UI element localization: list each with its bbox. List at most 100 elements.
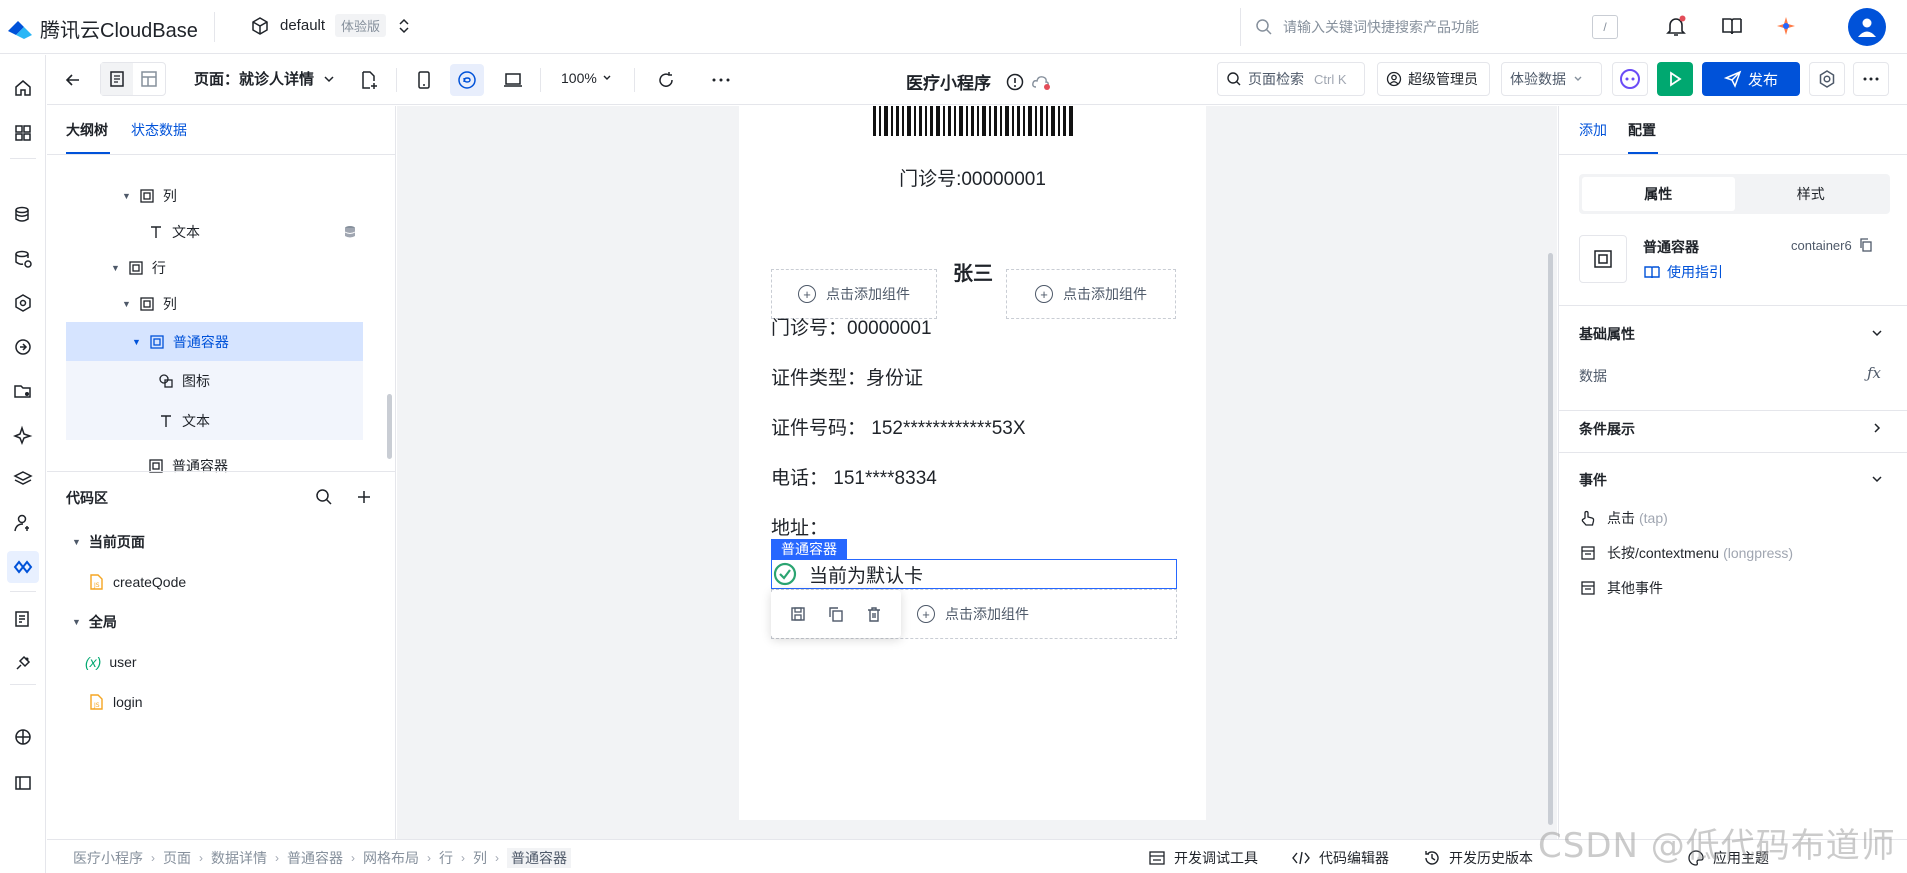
event-longpress[interactable]: 长按/contextmenu (longpress) <box>1579 541 1793 565</box>
global-search[interactable]: 请输入关键词快捷搜索产品功能 / <box>1240 8 1630 46</box>
breadcrumb-item[interactable]: 医疗小程序 <box>73 848 143 868</box>
data-mode-selector[interactable]: 体验数据 <box>1501 62 1602 96</box>
page-search-label: 页面检索 <box>1248 71 1304 87</box>
env-selector[interactable]: default 体验版 <box>250 14 412 37</box>
ai-sparkle-icon[interactable] <box>7 419 39 451</box>
event-other[interactable]: 其他事件 <box>1579 576 1663 600</box>
storage-folder-icon[interactable] <box>7 375 39 407</box>
add-page-icon[interactable] <box>352 64 386 96</box>
back-arrow-icon[interactable] <box>56 64 90 96</box>
add-component-slot[interactable]: + 点击添加组件 <box>1006 269 1176 319</box>
tree-node-column[interactable]: ▼ 列 <box>122 178 177 214</box>
api-hexagon-icon[interactable] <box>7 287 39 319</box>
chevron-down-icon[interactable] <box>1870 326 1884 340</box>
more-menu-button[interactable] <box>1853 62 1889 96</box>
tree-node-label: 文本 <box>182 413 210 429</box>
code-search-icon[interactable] <box>315 488 333 506</box>
desktop-preview-icon[interactable] <box>496 64 530 96</box>
breadcrumb-item[interactable]: 网格布局 <box>363 848 419 868</box>
delete-icon[interactable] <box>865 605 883 623</box>
cloud-sync-icon[interactable] <box>1031 73 1053 91</box>
brand[interactable]: 腾讯云CloudBase <box>6 14 198 43</box>
code-group-current-page[interactable]: ▼ 当前页面 <box>72 524 145 560</box>
breadcrumb-item[interactable]: 行 <box>439 848 453 868</box>
home-icon[interactable] <box>7 72 39 104</box>
tab-add[interactable]: 添加 <box>1579 120 1607 140</box>
canvas-scrollbar[interactable] <box>1548 253 1553 825</box>
tab-outline-tree[interactable]: 大纲树 <box>66 120 108 140</box>
fx-binding-icon[interactable]: ƒx <box>1867 364 1881 382</box>
run-preview-button[interactable] <box>1657 62 1693 96</box>
tab-state-data[interactable]: 状态数据 <box>131 120 187 140</box>
code-group-global[interactable]: ▼ 全局 <box>72 604 117 640</box>
workflow-icon[interactable] <box>7 331 39 363</box>
save-icon[interactable] <box>789 605 807 623</box>
page-view-icon[interactable] <box>101 63 133 95</box>
chevron-right-icon[interactable] <box>1870 421 1884 435</box>
usage-guide-link[interactable]: 使用指引 <box>1643 262 1723 282</box>
code-editor-tool[interactable]: 代码编辑器 <box>1291 848 1389 868</box>
subtab-properties[interactable]: 属性 <box>1582 177 1735 211</box>
tree-scrollbar[interactable] <box>387 394 392 459</box>
code-item-createqode[interactable]: JS createQode <box>87 564 186 600</box>
lowcode-editor-icon[interactable] <box>7 551 39 583</box>
page-search-button[interactable]: 页面检索 Ctrl K <box>1217 62 1365 96</box>
info-icon[interactable] <box>1005 72 1025 92</box>
layout-view-icon[interactable] <box>133 63 165 95</box>
notification-bell-icon[interactable] <box>1664 14 1688 38</box>
database-icon[interactable] <box>7 199 39 231</box>
user-avatar[interactable] <box>1848 8 1886 46</box>
data-model-icon[interactable] <box>7 243 39 275</box>
breadcrumb-item[interactable]: 数据详情 <box>211 848 267 868</box>
expand-caret-icon: ▼ <box>72 537 81 547</box>
code-item-login[interactable]: JS login <box>87 684 143 720</box>
copy-icon[interactable] <box>827 605 845 623</box>
code-item-user[interactable]: (x) user <box>85 644 137 680</box>
component-id-copy[interactable]: container6 <box>1791 237 1874 253</box>
more-dots-icon[interactable] <box>704 64 738 96</box>
tree-node-text[interactable]: 文本 <box>158 403 210 439</box>
miniprogram-preview-icon[interactable] <box>450 64 484 96</box>
docs-book-icon[interactable] <box>1720 14 1744 38</box>
tree-node-container-selected[interactable]: ▼ 普通容器 <box>132 324 229 360</box>
breadcrumb-item[interactable]: 页面 <box>163 848 191 868</box>
subtab-styles[interactable]: 样式 <box>1735 177 1888 211</box>
user-permission-icon[interactable] <box>7 507 39 539</box>
layers-icon[interactable] <box>7 463 39 495</box>
tree-node-icon[interactable]: 图标 <box>158 363 210 399</box>
breadcrumb: 医疗小程序 › 页面 › 数据详情 › 普通容器 › 网格布局 › 行 › 列 › 普通容器 <box>73 848 571 868</box>
breadcrumb-item[interactable]: 普通容器 <box>287 848 343 868</box>
code-add-icon[interactable] <box>355 488 373 506</box>
app-settings-button[interactable] <box>1809 62 1845 96</box>
tree-node-text[interactable]: 文本 <box>148 214 358 250</box>
chevron-down-icon[interactable] <box>1870 472 1884 486</box>
more-dots-icon <box>1863 77 1879 81</box>
selected-default-card-container[interactable]: 当前为默认卡 <box>771 559 1177 589</box>
zoom-selector[interactable]: 100% <box>561 70 613 86</box>
tab-config[interactable]: 配置 <box>1628 120 1656 140</box>
collapse-sidebar-icon[interactable] <box>7 767 39 799</box>
section-basic-properties[interactable]: 基础属性 <box>1579 324 1635 344</box>
tree-node-row[interactable]: ▼ 行 <box>111 250 166 286</box>
dev-debug-tools[interactable]: 开发调试工具 <box>1148 848 1258 868</box>
extension-plug-icon[interactable] <box>7 647 39 679</box>
breadcrumb-item[interactable]: 列 <box>473 848 487 868</box>
ai-copilot-button[interactable] <box>1612 62 1648 96</box>
dev-history-tool[interactable]: 开发历史版本 <box>1423 848 1533 868</box>
logs-icon[interactable] <box>7 603 39 635</box>
tree-node-column[interactable]: ▼ 列 <box>122 286 177 322</box>
apps-grid-icon[interactable] <box>7 117 39 149</box>
breadcrumb-current[interactable]: 普通容器 <box>507 848 571 868</box>
event-tap[interactable]: 点击 (tap) <box>1579 506 1668 530</box>
refresh-icon[interactable] <box>649 64 683 96</box>
section-events[interactable]: 事件 <box>1579 470 1607 490</box>
mobile-preview-icon[interactable] <box>407 64 441 96</box>
role-selector[interactable]: 超级管理员 <box>1377 62 1490 96</box>
settings-cube-icon[interactable] <box>7 721 39 753</box>
add-component-slot[interactable]: + 点击添加组件 <box>771 269 937 319</box>
ai-assistant-icon[interactable] <box>1774 14 1798 38</box>
page-selector[interactable]: 页面：就诊人详情 <box>194 68 336 89</box>
section-conditional-display[interactable]: 条件展示 <box>1579 419 1635 439</box>
tree-node-container[interactable]: 普通容器 <box>148 448 228 477</box>
publish-button[interactable]: 发布 <box>1702 62 1800 96</box>
